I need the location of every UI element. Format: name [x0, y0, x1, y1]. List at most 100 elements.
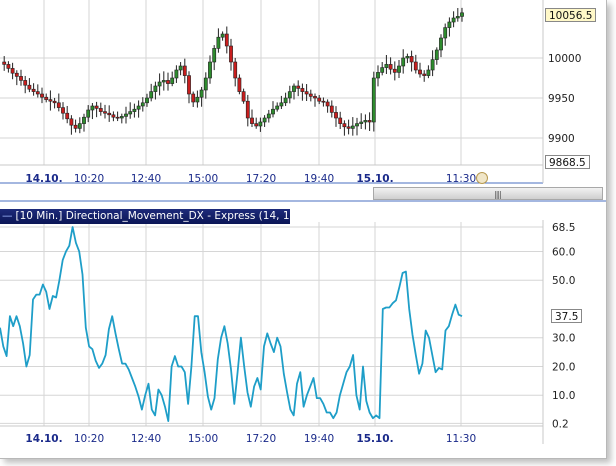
candle — [10, 62, 15, 80]
price-grid — [0, 0, 543, 166]
candle — [422, 70, 427, 82]
candle — [313, 93, 317, 107]
candle — [136, 100, 141, 118]
candle — [161, 71, 166, 91]
candle — [229, 38, 233, 71]
candle — [224, 26, 229, 54]
candle — [31, 83, 36, 96]
candle — [250, 109, 254, 128]
indicator-legend[interactable]: — [10 Min.] Directional_Movement_DX - Exp… — [0, 209, 307, 224]
candle — [334, 106, 338, 127]
candle — [115, 111, 120, 122]
candle — [77, 117, 82, 134]
candle — [245, 94, 250, 127]
candle — [266, 109, 271, 123]
candle — [380, 62, 385, 76]
candle — [241, 88, 246, 104]
candle — [212, 45, 217, 71]
x-tick-label: 19:40 — [304, 173, 334, 185]
candle — [338, 111, 343, 130]
candle — [56, 93, 61, 112]
candle — [321, 97, 326, 107]
candle — [397, 59, 401, 78]
candle — [27, 78, 32, 93]
candle — [439, 34, 443, 58]
candle — [275, 102, 280, 112]
y-tick-label: 10000 — [548, 53, 581, 65]
scrollbar-grip[interactable]: |||| — [494, 190, 502, 199]
x-tick-label: 14.10. — [25, 433, 62, 445]
x-tick-label: 11:30 — [446, 433, 476, 445]
candle — [254, 117, 259, 129]
candle — [455, 8, 460, 22]
clock-icon[interactable] — [476, 172, 488, 184]
y-tick-label: 30.0 — [552, 333, 575, 345]
candle — [35, 84, 40, 98]
y-tick-label: 10.0 — [552, 390, 575, 402]
candle — [44, 93, 49, 103]
candle — [111, 111, 116, 122]
x-tick-label: 11:30 — [446, 173, 476, 185]
y-tick-label: 60.0 — [552, 246, 575, 258]
candle — [262, 115, 267, 127]
candle — [208, 55, 212, 84]
candle — [283, 92, 288, 106]
candle — [48, 90, 53, 111]
indicator-x-axis: 14.10. 10:20 12:40 15:00 17:20 19:40 15.10. 11:… — [25, 433, 476, 445]
candle — [451, 11, 456, 28]
candle — [153, 81, 158, 100]
indicator-line — [0, 226, 463, 422]
candle — [98, 102, 103, 116]
candle — [350, 117, 355, 136]
last-price-label: 10056.5 — [545, 8, 597, 22]
candle — [271, 101, 275, 118]
candle — [329, 100, 334, 118]
candle — [363, 114, 368, 130]
candle — [182, 58, 187, 84]
candle — [14, 70, 19, 86]
low-price-label: 9868.5 — [545, 155, 590, 169]
y-tick-label: 50.0 — [552, 275, 575, 287]
candle — [359, 113, 364, 129]
candle — [174, 65, 179, 83]
x-tick-label: 12:40 — [131, 173, 161, 185]
candle — [170, 71, 175, 87]
candle — [128, 102, 133, 119]
candle — [90, 103, 95, 120]
price-candles — [2, 7, 464, 136]
candle — [388, 57, 393, 75]
candle — [82, 113, 86, 132]
candle — [149, 83, 154, 102]
candle — [443, 23, 448, 46]
candle — [19, 69, 23, 86]
candle — [292, 83, 296, 100]
candle — [447, 17, 452, 37]
candle — [376, 65, 380, 87]
candle — [40, 87, 44, 104]
price-panel[interactable] — [0, 0, 543, 166]
indicator-y-axis: 68.5 60.0 50.0 30.0 20.0 10.0 0.2 — [552, 222, 575, 430]
candle — [346, 119, 351, 135]
candle — [308, 89, 313, 102]
candle — [434, 47, 439, 65]
candle — [132, 103, 137, 118]
candle — [157, 73, 162, 96]
candle — [216, 28, 221, 53]
candle — [73, 119, 78, 133]
candle — [287, 85, 292, 104]
candle — [401, 49, 406, 74]
candle — [220, 31, 225, 41]
candle — [203, 72, 208, 99]
x-tick-label: 17:20 — [246, 433, 276, 445]
candle — [107, 105, 112, 122]
candle — [65, 105, 70, 124]
chart-scrollbar[interactable]: |||| — [373, 187, 603, 200]
chart-canvas[interactable]: 14.10. 10:20 12:40 15:00 17:20 19:40 15.10. 11:… — [0, 0, 606, 458]
y-tick-label: 68.5 — [552, 222, 575, 234]
legend-line-symbol: — — [2, 210, 13, 222]
candle — [355, 117, 359, 136]
indicator-panel[interactable] — [0, 222, 543, 427]
candle — [325, 99, 330, 113]
x-tick-label: 17:20 — [246, 173, 276, 185]
candle — [69, 115, 74, 135]
